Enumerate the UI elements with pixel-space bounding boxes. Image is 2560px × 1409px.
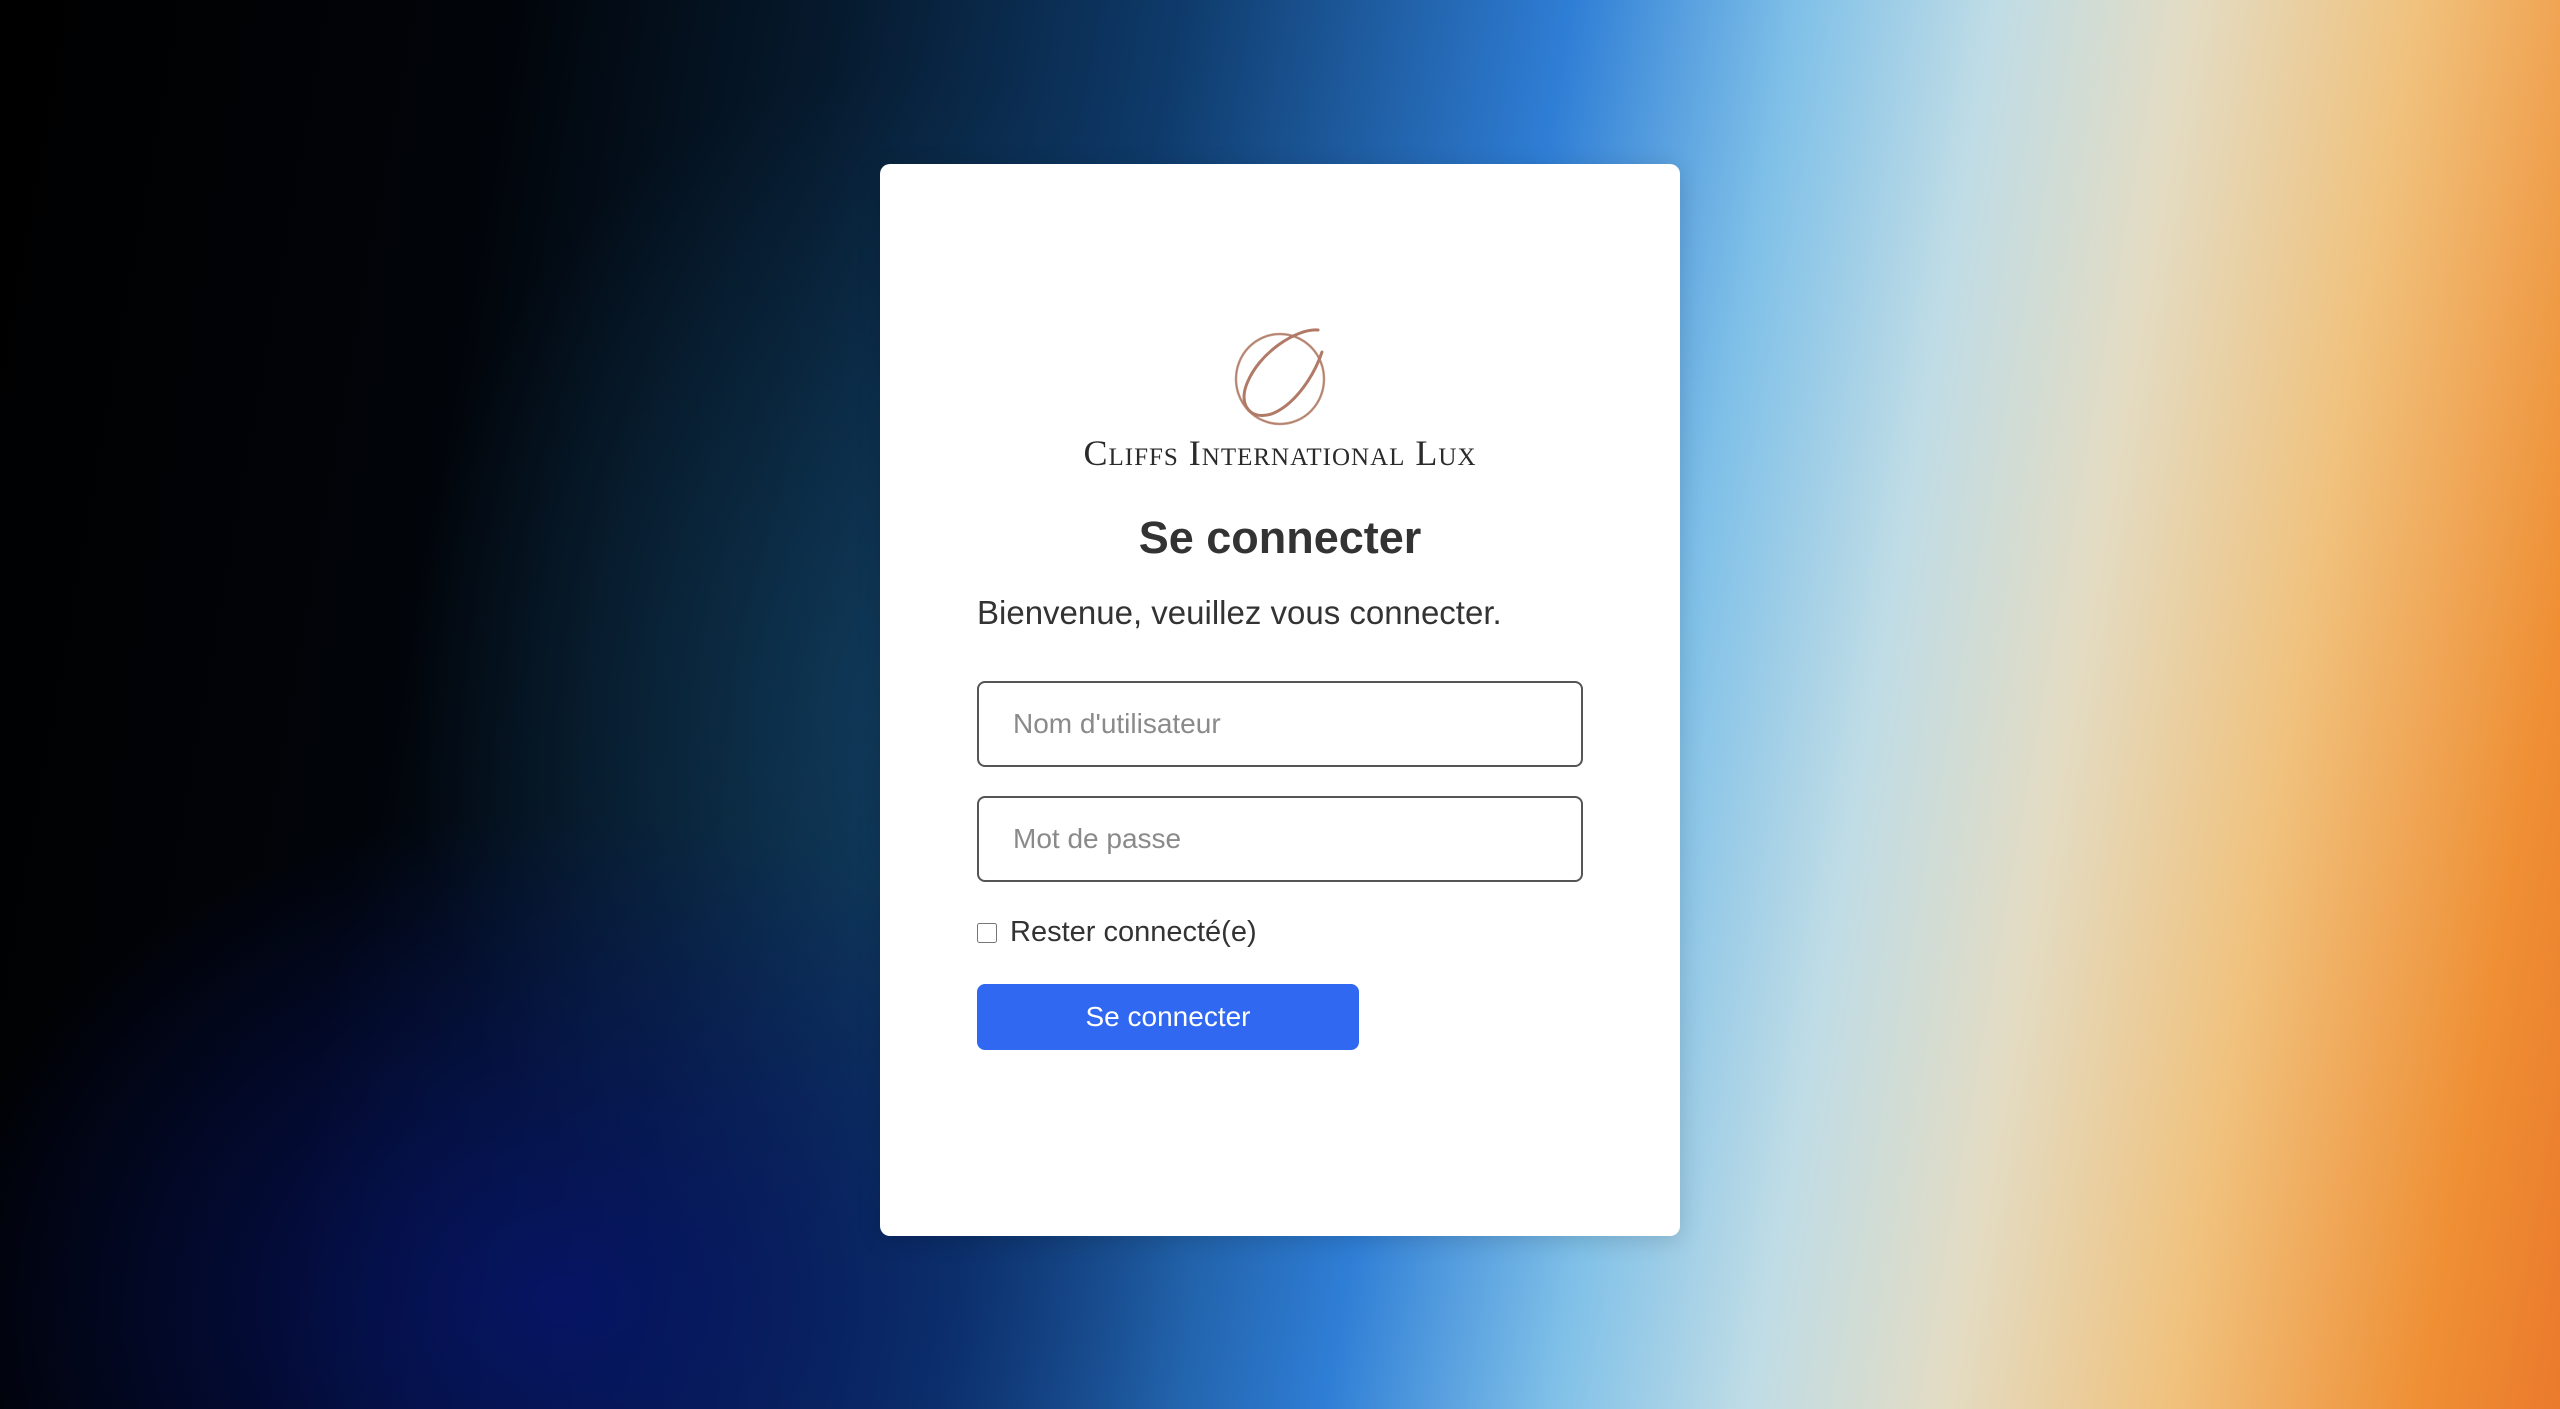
remember-me-option[interactable]: Rester connecté(e) [977,916,1257,949]
login-button[interactable]: Se connecter [977,984,1359,1050]
brand-name: Cliffs International Lux [1083,433,1477,473]
login-card: Cliffs International Lux Se connecter Bi… [880,164,1680,1236]
password-input[interactable] [977,796,1583,882]
remember-me-label: Rester connecté(e) [1010,916,1257,948]
globe-ring-logo-icon [1234,328,1326,426]
username-input[interactable] [977,681,1583,767]
welcome-message: Bienvenue, veuillez vous connecter. [977,594,1502,631]
remember-me-checkbox[interactable] [977,922,997,943]
page-title: Se connecter [1138,512,1422,563]
